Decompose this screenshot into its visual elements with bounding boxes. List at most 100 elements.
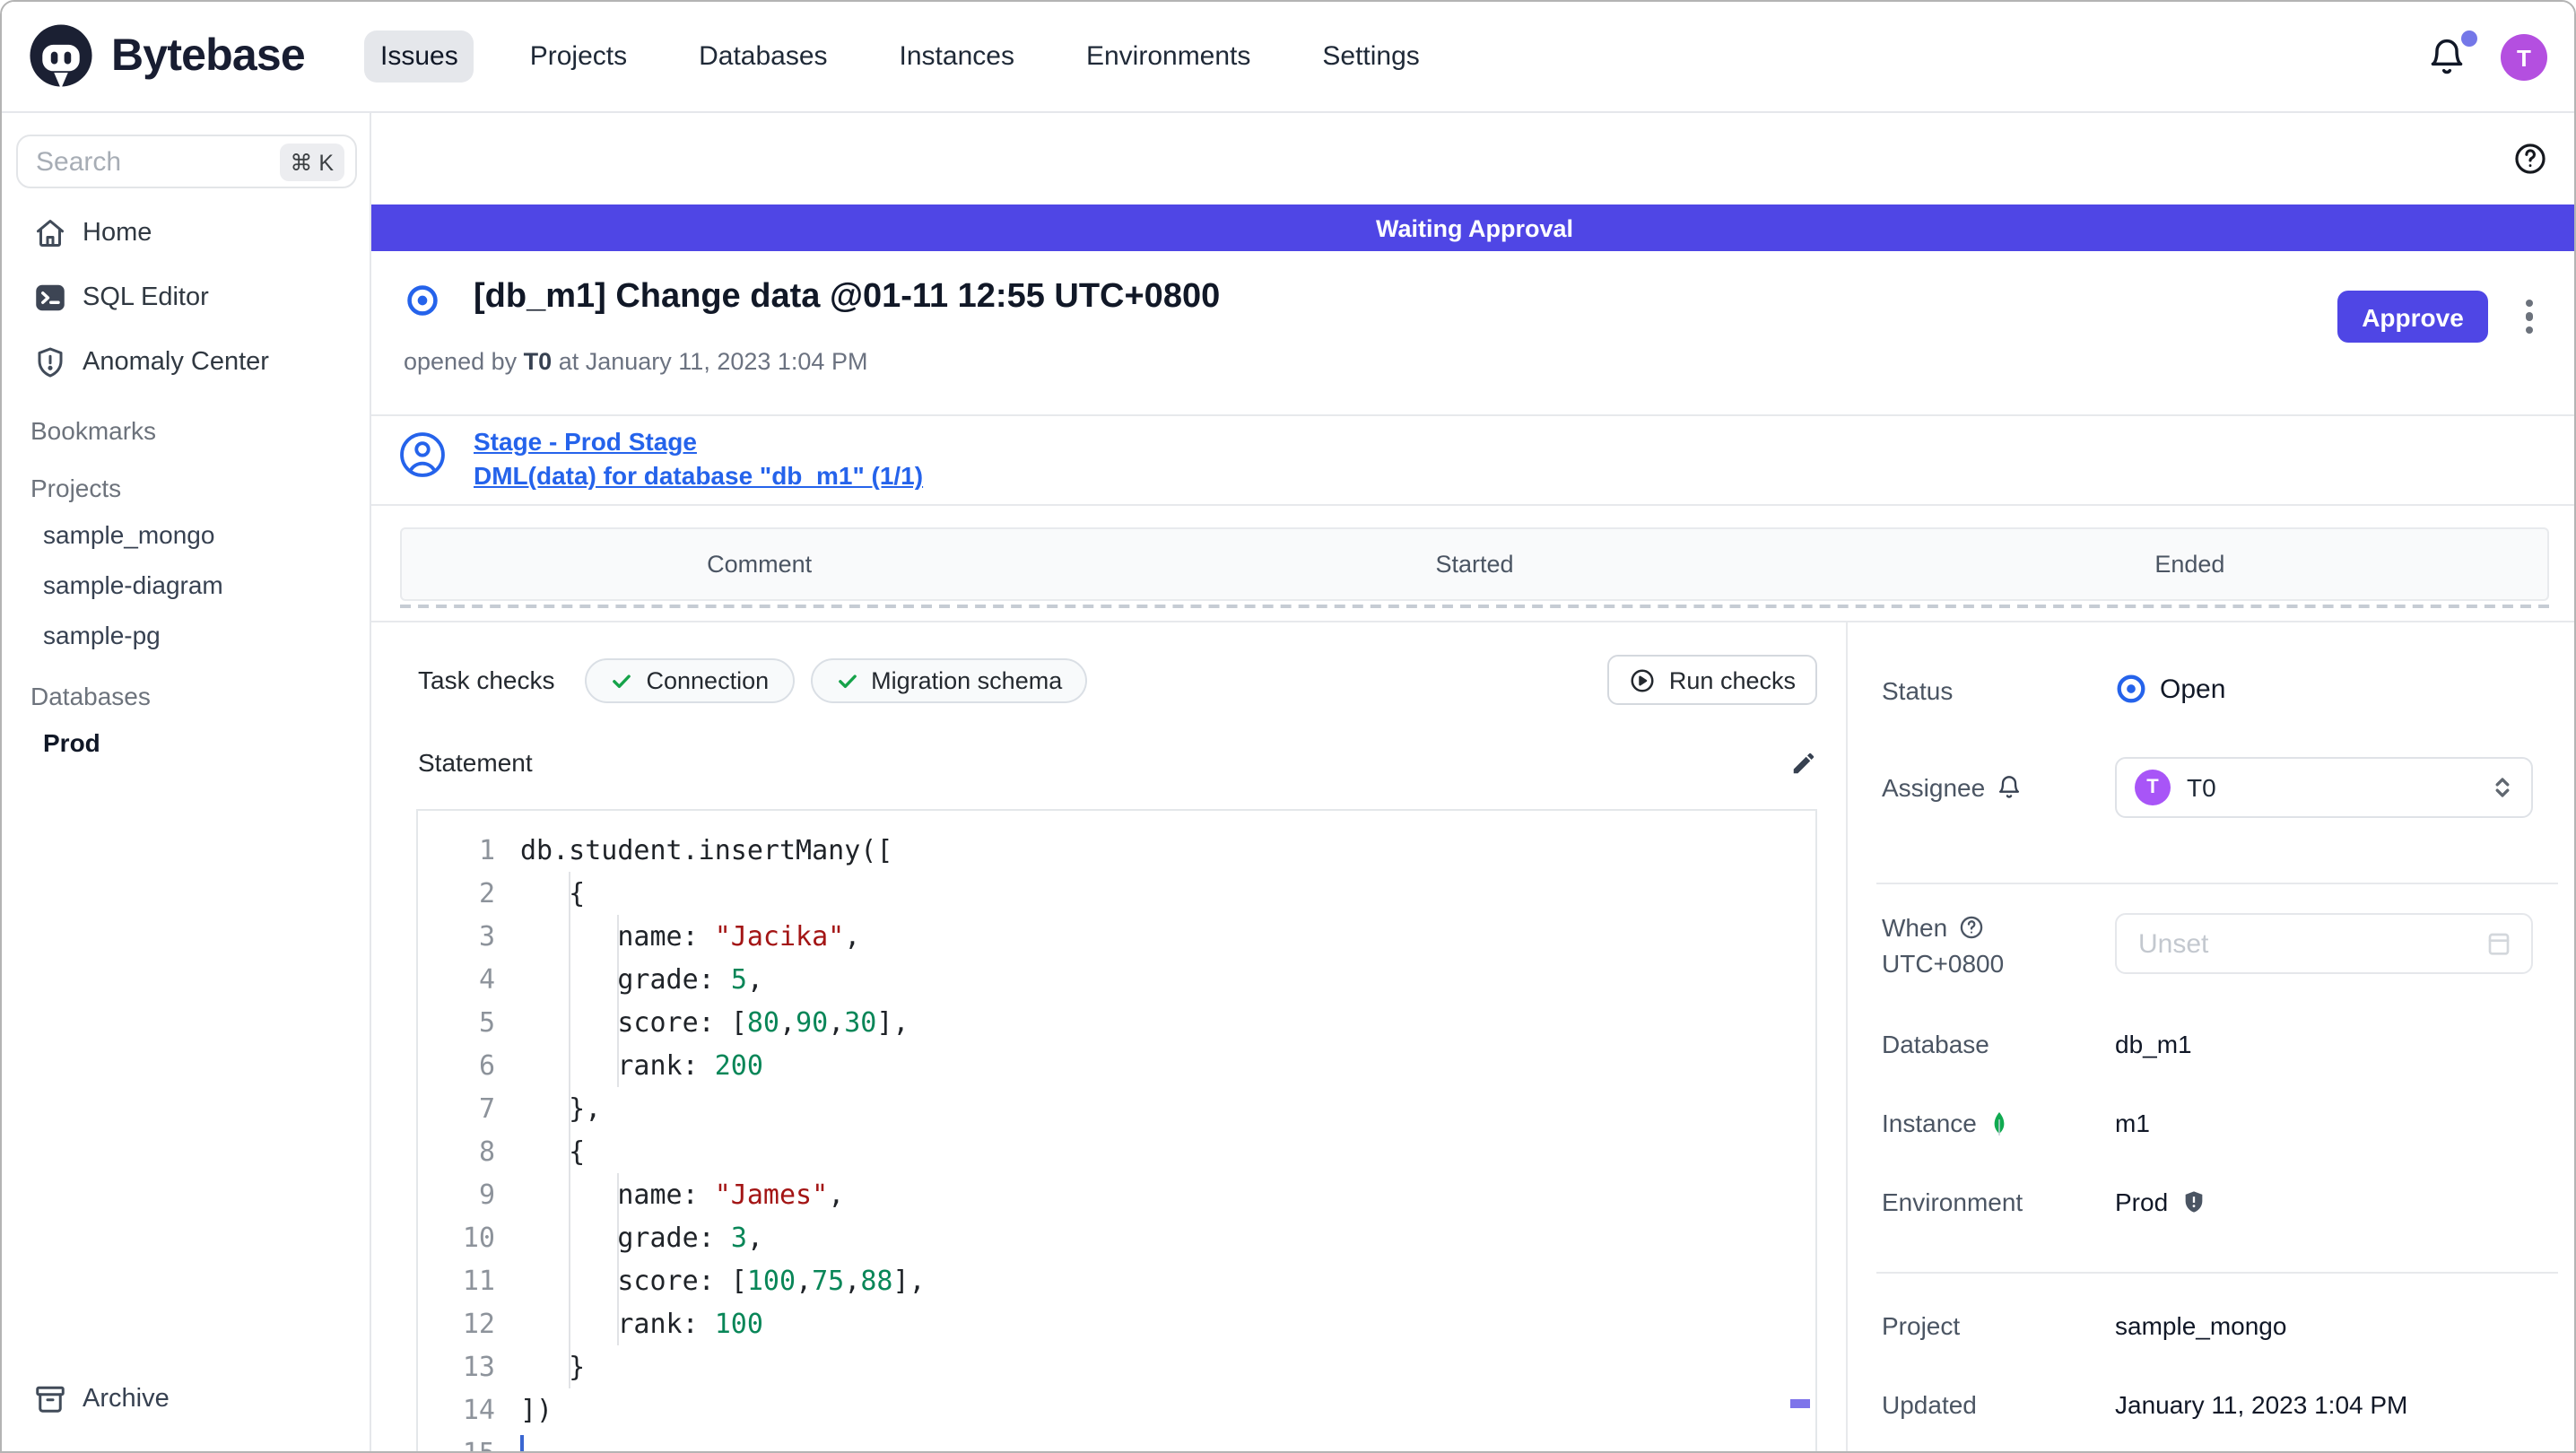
status-label: Status xyxy=(1882,676,1954,705)
sidebar-item-label: Anomaly Center xyxy=(83,348,269,377)
database-value[interactable]: db_m1 xyxy=(2115,1030,2192,1058)
project-value[interactable]: sample_mongo xyxy=(2115,1311,2286,1340)
main-tabs: Issues Projects Databases Instances Envi… xyxy=(364,30,1436,83)
project-label: Project xyxy=(1882,1311,1961,1340)
code-line: 7 }, xyxy=(478,1092,602,1125)
code-lines: 1 db.student.insertMany([ 2 { 3 name: "Jaci… xyxy=(418,829,1815,1451)
top-navigation-bar: Bytebase Issues Projects Databases Insta… xyxy=(2,2,2574,113)
code-line: 2 { xyxy=(478,877,586,909)
mongodb-leaf-icon xyxy=(1988,1109,2011,1136)
more-actions-menu-icon[interactable] xyxy=(2517,291,2542,343)
opened-by-user: T0 xyxy=(523,348,553,375)
check-icon xyxy=(611,668,634,692)
environment-label: Environment xyxy=(1882,1188,2023,1216)
when-input[interactable] xyxy=(2138,928,2485,959)
archive-icon xyxy=(34,1383,66,1415)
sidebar-project-sample-mongo[interactable]: sample_mongo xyxy=(2,509,370,560)
task-link[interactable]: DML(data) for database "db_m1" (1/1) xyxy=(474,461,923,490)
statement-row: Statement xyxy=(418,743,1817,782)
empty-table-dashed-divider xyxy=(400,605,2549,608)
code-line: 8 { xyxy=(478,1135,586,1168)
approve-button[interactable]: Approve xyxy=(2337,291,2488,343)
tab-projects[interactable]: Projects xyxy=(514,30,643,83)
run-checks-button[interactable]: Run checks xyxy=(1607,655,1817,705)
tab-environments[interactable]: Environments xyxy=(1070,30,1266,83)
home-icon xyxy=(34,217,66,249)
main-content: Waiting Approval [db_m1] Change data @01… xyxy=(371,113,2574,1451)
help-icon[interactable] xyxy=(2513,142,2547,176)
check-badge-migration-schema[interactable]: Migration schema xyxy=(810,657,1088,702)
divider xyxy=(371,504,2574,506)
sidebar-item-anomaly-center[interactable]: Anomaly Center xyxy=(2,330,370,395)
sidebar-item-label: SQL Editor xyxy=(83,283,209,312)
environment-value[interactable]: Prod xyxy=(2115,1188,2206,1216)
bytebase-logo-icon xyxy=(27,22,95,90)
tab-settings[interactable]: Settings xyxy=(1306,30,1435,83)
protected-shield-icon xyxy=(2180,1189,2206,1214)
divider xyxy=(1876,1272,2558,1274)
search-input[interactable] xyxy=(36,146,280,177)
statement-label: Statement xyxy=(418,748,533,777)
divider xyxy=(371,414,2574,416)
tab-instances[interactable]: Instances xyxy=(883,30,1031,83)
opened-by-prefix: opened by xyxy=(404,348,518,375)
sidebar-item-home[interactable]: Home xyxy=(2,201,370,265)
sidebar-database-prod[interactable]: Prod xyxy=(2,718,370,768)
column-comment: Comment xyxy=(707,551,813,578)
bytebase-app-window: Bytebase Issues Projects Databases Insta… xyxy=(0,0,2576,1453)
task-run-table-header: Comment Started Ended xyxy=(400,527,2549,601)
instance-value[interactable]: m1 xyxy=(2115,1109,2150,1137)
divider xyxy=(1876,883,2558,884)
status-open-icon xyxy=(2115,673,2147,705)
assignee-select[interactable]: T T0 xyxy=(2115,757,2533,818)
stage-links: Stage - Prod Stage DML(data) for databas… xyxy=(474,427,923,490)
issue-title: [db_m1] Change data @01-11 12:55 UTC+080… xyxy=(474,278,1221,316)
instance-label: Instance xyxy=(1882,1109,2011,1137)
instance-label-text: Instance xyxy=(1882,1109,1977,1137)
brand-logo[interactable]: Bytebase xyxy=(27,22,306,90)
sidebar-section-projects: Projects xyxy=(30,474,122,502)
overview-ruler-cursor-mark xyxy=(1790,1399,1810,1408)
statement-editor[interactable]: 1 db.student.insertMany([ 2 { 3 name: "Jaci… xyxy=(416,809,1817,1451)
tab-issues[interactable]: Issues xyxy=(364,30,474,83)
divider xyxy=(371,621,2574,622)
code-line: 1 db.student.insertMany([ xyxy=(478,834,893,866)
code-line: 3 name: "Jacika", xyxy=(478,920,861,953)
assignee-bell-icon[interactable] xyxy=(1996,775,2021,800)
check-badge-label: Migration schema xyxy=(871,666,1063,693)
sidebar-item-archive[interactable]: Archive xyxy=(2,1367,370,1431)
user-avatar[interactable]: T xyxy=(2501,34,2547,81)
sidebar-item-sql-editor[interactable]: SQL Editor xyxy=(2,265,370,330)
stage-link[interactable]: Stage - Prod Stage xyxy=(474,427,923,456)
check-badge-connection[interactable]: Connection xyxy=(585,657,795,702)
edit-statement-pencil-icon[interactable] xyxy=(1790,749,1817,776)
sidebar-project-sample-diagram[interactable]: sample-diagram xyxy=(2,560,370,610)
column-started: Started xyxy=(1435,551,1514,578)
when-timezone: UTC+0800 xyxy=(1882,949,2005,978)
code-line: 9 name: "James", xyxy=(478,1179,845,1211)
check-badges: Connection Migration schema xyxy=(585,657,1088,702)
search-shortcut-badge: ⌘ K xyxy=(279,143,344,180)
stage-person-icon xyxy=(398,431,447,479)
status-text: Open xyxy=(2160,674,2226,704)
when-help-icon[interactable] xyxy=(1958,915,1983,940)
play-circle-icon xyxy=(1630,666,1657,693)
brand-name: Bytebase xyxy=(111,30,306,80)
notification-bell-icon[interactable] xyxy=(2427,30,2477,81)
sidebar-project-sample-pg[interactable]: sample-pg xyxy=(2,610,370,660)
code-line: 4 grade: 5, xyxy=(478,963,763,996)
updated-label: Updated xyxy=(1882,1390,1977,1419)
check-icon xyxy=(835,668,858,692)
code-line: 15 xyxy=(418,1431,1815,1451)
assignee-avatar: T xyxy=(2135,770,2171,805)
run-checks-label: Run checks xyxy=(1668,666,1796,693)
vertical-divider xyxy=(1846,621,1848,1451)
assignee-name: T0 xyxy=(2187,773,2216,802)
sidebar-section-databases: Databases xyxy=(30,682,151,710)
assignee-label-text: Assignee xyxy=(1882,773,1986,802)
code-line: 12 rank: 100 xyxy=(462,1308,763,1340)
when-datetime-field[interactable] xyxy=(2115,913,2533,974)
sidebar-search[interactable]: ⌘ K xyxy=(16,135,357,188)
updated-value: January 11, 2023 1:04 PM xyxy=(2115,1390,2408,1419)
tab-databases[interactable]: Databases xyxy=(683,30,843,83)
